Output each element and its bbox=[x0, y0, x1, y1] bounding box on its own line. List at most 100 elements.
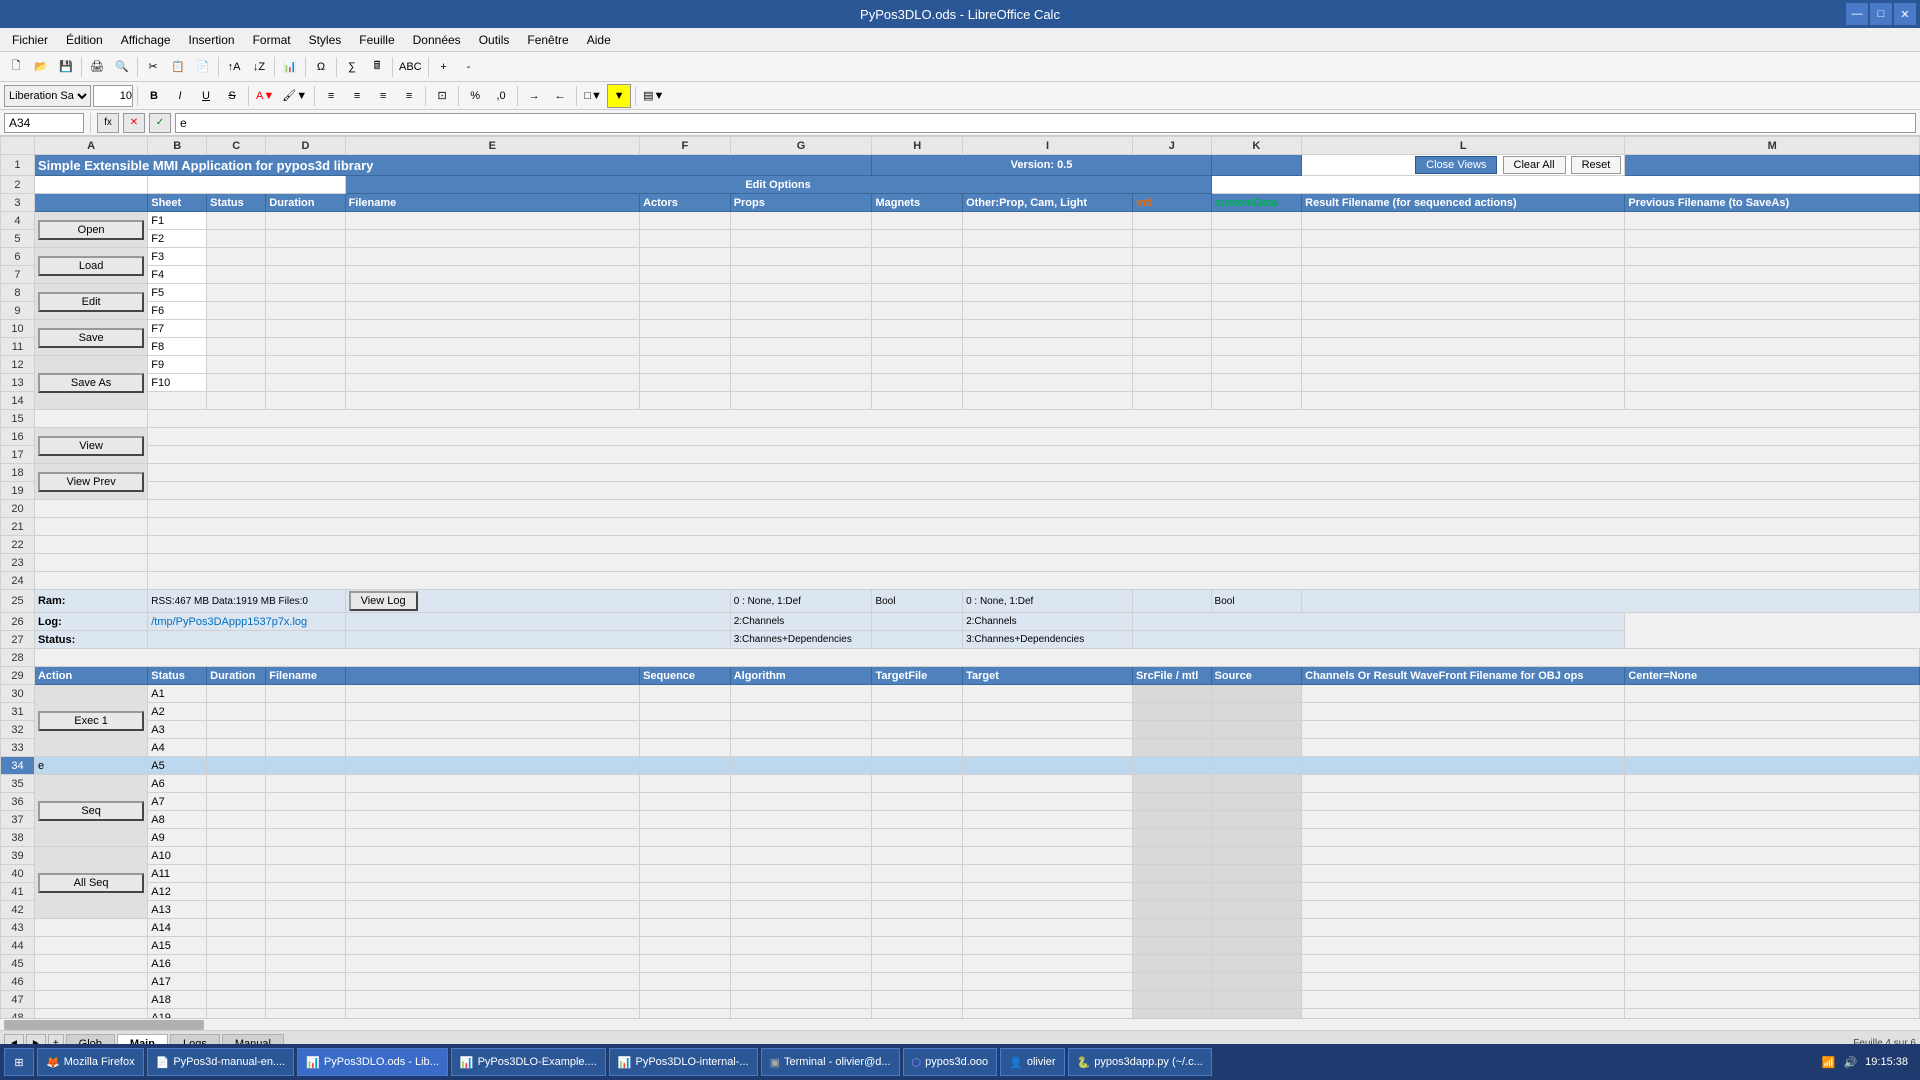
f30[interactable] bbox=[640, 685, 731, 703]
cell-M7[interactable] bbox=[1625, 266, 1920, 284]
j37[interactable] bbox=[1132, 811, 1211, 829]
cell-A45[interactable] bbox=[34, 955, 147, 973]
cell-B4[interactable]: F1 bbox=[148, 212, 207, 230]
cell-E9[interactable] bbox=[345, 302, 640, 320]
cell-D14[interactable] bbox=[266, 392, 345, 410]
cell-H9[interactable] bbox=[872, 302, 963, 320]
col-header-E[interactable]: E bbox=[345, 137, 640, 155]
cell-K6[interactable] bbox=[1211, 248, 1302, 266]
cell-B32[interactable]: A3 bbox=[148, 721, 207, 739]
h37[interactable] bbox=[872, 811, 963, 829]
cell-B33[interactable]: A4 bbox=[148, 739, 207, 757]
j34[interactable] bbox=[1132, 757, 1211, 775]
seq-button[interactable]: Seq bbox=[38, 801, 144, 821]
cell-B40[interactable]: A11 bbox=[148, 865, 207, 883]
align-left-button[interactable]: ≡ bbox=[319, 84, 343, 108]
cell-B6[interactable]: F3 bbox=[148, 248, 207, 266]
special-char-button[interactable]: Ω bbox=[309, 55, 333, 79]
cell-B14[interactable] bbox=[148, 392, 207, 410]
cell-D13[interactable] bbox=[266, 374, 345, 392]
cell-C11[interactable] bbox=[207, 338, 266, 356]
menu-feuille[interactable]: Feuille bbox=[351, 31, 402, 49]
cell-H13[interactable] bbox=[872, 374, 963, 392]
h40[interactable] bbox=[872, 865, 963, 883]
taskbar-terminal[interactable]: ▣ Terminal - olivier@d... bbox=[761, 1048, 900, 1076]
cell-E4[interactable] bbox=[345, 212, 640, 230]
f31[interactable] bbox=[640, 703, 731, 721]
k48[interactable] bbox=[1211, 1009, 1302, 1019]
m34[interactable] bbox=[1625, 757, 1920, 775]
btn-exec1[interactable]: Exec 1 bbox=[34, 685, 147, 757]
g34[interactable] bbox=[730, 757, 872, 775]
btn-view[interactable]: View bbox=[34, 428, 147, 464]
col-header-F[interactable]: F bbox=[640, 137, 731, 155]
j39[interactable] bbox=[1132, 847, 1211, 865]
menu-donnees[interactable]: Données bbox=[405, 31, 469, 49]
g43[interactable] bbox=[730, 919, 872, 937]
cell-L12[interactable] bbox=[1302, 356, 1625, 374]
cell-B12[interactable]: F9 bbox=[148, 356, 207, 374]
taskbar-olivier[interactable]: 👤 olivier bbox=[1000, 1048, 1064, 1076]
preview-button[interactable]: 🔍 bbox=[110, 55, 134, 79]
format-number-button[interactable]: % bbox=[463, 84, 487, 108]
k42[interactable] bbox=[1211, 901, 1302, 919]
i38[interactable] bbox=[963, 829, 1133, 847]
close-views-button[interactable]: Close Views bbox=[1415, 156, 1497, 174]
c37[interactable] bbox=[207, 811, 266, 829]
cell-G13[interactable] bbox=[730, 374, 872, 392]
d36[interactable] bbox=[266, 793, 345, 811]
e37[interactable] bbox=[345, 811, 640, 829]
k45[interactable] bbox=[1211, 955, 1302, 973]
cell-A20[interactable] bbox=[34, 500, 147, 518]
cell-C9[interactable] bbox=[207, 302, 266, 320]
btn-save-as[interactable]: Save As bbox=[34, 356, 147, 410]
i40[interactable] bbox=[963, 865, 1133, 883]
k35[interactable] bbox=[1211, 775, 1302, 793]
cell-H11[interactable] bbox=[872, 338, 963, 356]
cell-L11[interactable] bbox=[1302, 338, 1625, 356]
k34[interactable] bbox=[1211, 757, 1302, 775]
cell-H4[interactable] bbox=[872, 212, 963, 230]
h35[interactable] bbox=[872, 775, 963, 793]
d32[interactable] bbox=[266, 721, 345, 739]
strikethrough-button[interactable]: S bbox=[220, 84, 244, 108]
cell-A2[interactable] bbox=[34, 176, 147, 194]
view-sheet-button[interactable]: View bbox=[38, 436, 144, 456]
cell-H10[interactable] bbox=[872, 320, 963, 338]
e43[interactable] bbox=[345, 919, 640, 937]
i30[interactable] bbox=[963, 685, 1133, 703]
cell-I11[interactable] bbox=[963, 338, 1133, 356]
i37[interactable] bbox=[963, 811, 1133, 829]
d37[interactable] bbox=[266, 811, 345, 829]
bold-button[interactable]: B bbox=[142, 84, 166, 108]
underline-button[interactable]: U bbox=[194, 84, 218, 108]
taskbar-pypos3dapp[interactable]: 🐍 pypos3dapp.py (~/.c... bbox=[1068, 1048, 1212, 1076]
cell-A48[interactable] bbox=[34, 1009, 147, 1019]
e32[interactable] bbox=[345, 721, 640, 739]
j48[interactable] bbox=[1132, 1009, 1211, 1019]
cell-E13[interactable] bbox=[345, 374, 640, 392]
h33[interactable] bbox=[872, 739, 963, 757]
h32[interactable] bbox=[872, 721, 963, 739]
g38[interactable] bbox=[730, 829, 872, 847]
horizontal-scroll[interactable] bbox=[0, 1018, 1920, 1030]
cell-B39[interactable]: A10 bbox=[148, 847, 207, 865]
c46[interactable] bbox=[207, 973, 266, 991]
h46[interactable] bbox=[872, 973, 963, 991]
cell-M11[interactable] bbox=[1625, 338, 1920, 356]
k46[interactable] bbox=[1211, 973, 1302, 991]
col-header-C[interactable]: C bbox=[207, 137, 266, 155]
e48[interactable] bbox=[345, 1009, 640, 1019]
save-button[interactable]: 💾 bbox=[54, 55, 78, 79]
e47[interactable] bbox=[345, 991, 640, 1009]
cell-H6[interactable] bbox=[872, 248, 963, 266]
cell-B41[interactable]: A12 bbox=[148, 883, 207, 901]
f35[interactable] bbox=[640, 775, 731, 793]
sort-asc-button[interactable]: ↑A bbox=[222, 55, 246, 79]
e36[interactable] bbox=[345, 793, 640, 811]
cell-A44[interactable] bbox=[34, 937, 147, 955]
i31[interactable] bbox=[963, 703, 1133, 721]
g48[interactable] bbox=[730, 1009, 872, 1019]
k44[interactable] bbox=[1211, 937, 1302, 955]
font-size-input[interactable] bbox=[93, 85, 133, 107]
